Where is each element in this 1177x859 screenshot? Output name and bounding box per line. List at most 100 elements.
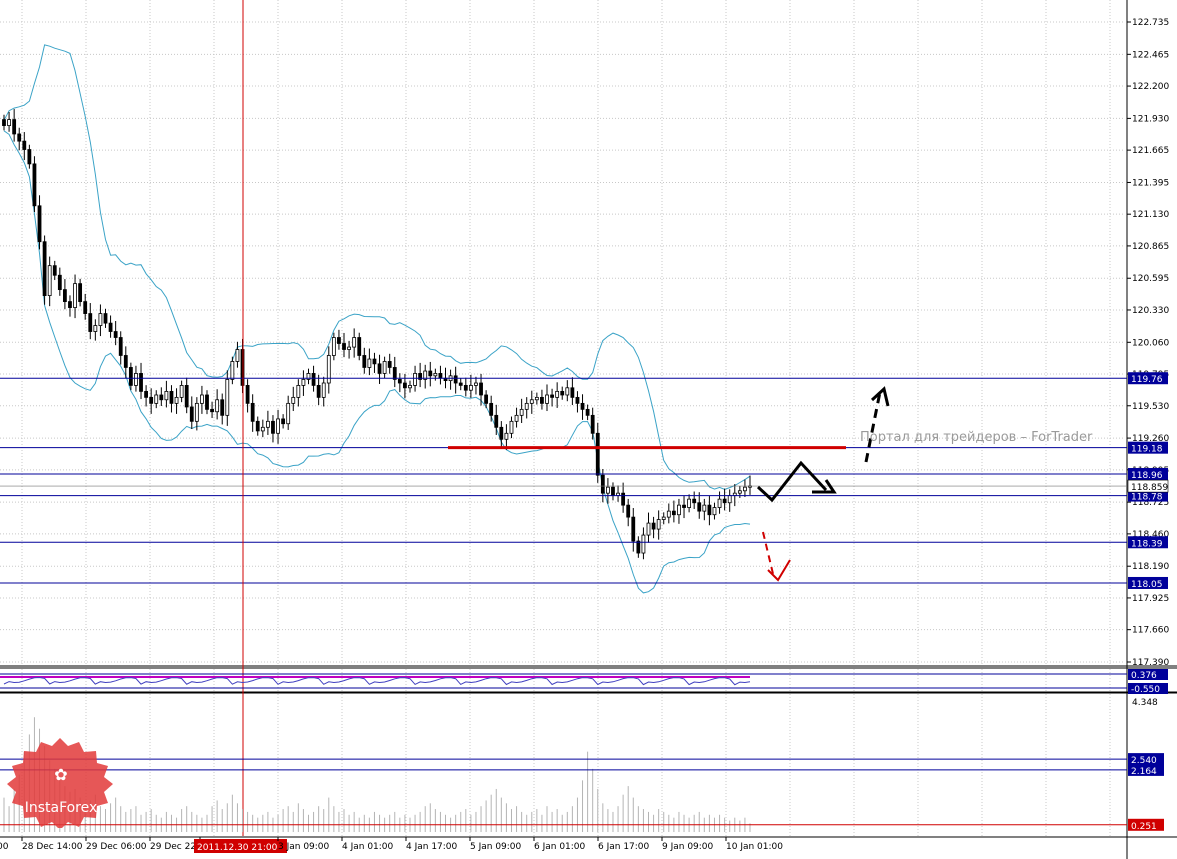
candle-body	[570, 387, 575, 398]
candle-body	[727, 495, 732, 504]
candle-body	[62, 289, 67, 302]
grid	[0, 0, 1125, 836]
candle-body	[702, 504, 707, 512]
candle-body	[499, 426, 504, 440]
bollinger-upper-band	[3, 44, 751, 490]
candle-body	[149, 396, 154, 404]
current-price-label: 118.859	[1131, 483, 1168, 493]
candle-body	[687, 498, 692, 508]
level-tag-label: 118.78	[1131, 493, 1163, 503]
candle-body	[27, 149, 32, 165]
candle-body	[291, 396, 296, 404]
price-tick-label: 120.060	[1132, 338, 1169, 348]
candle-body	[169, 390, 174, 404]
candle-body	[225, 379, 230, 416]
candle-body	[128, 367, 133, 386]
level-tag-label: 119.18	[1131, 445, 1163, 455]
candle-body	[484, 394, 489, 404]
candle-body	[12, 119, 17, 135]
candle-body	[519, 408, 524, 416]
candle-body	[296, 385, 301, 398]
candle-body	[200, 394, 204, 404]
candle-body	[17, 133, 22, 142]
price-tick-label: 117.390	[1132, 658, 1169, 668]
candle-body	[677, 504, 681, 516]
price-tick-label: 122.465	[1132, 50, 1169, 60]
candle-body	[382, 361, 387, 374]
candle-body	[260, 426, 265, 432]
candle-body	[595, 432, 600, 476]
candle-body	[413, 373, 417, 386]
candle-body	[250, 402, 255, 422]
candle-body	[626, 504, 631, 518]
price-tick-label: 121.130	[1132, 210, 1169, 220]
candle-body	[408, 385, 412, 389]
candle-body	[352, 337, 357, 348]
candle-body	[357, 337, 362, 356]
candle-body	[641, 534, 646, 554]
candle-body	[428, 370, 433, 377]
candle-body	[529, 399, 534, 404]
candle-body	[113, 331, 118, 338]
time-axis-label: 4 Jan 01:00	[342, 842, 394, 852]
candle-body	[78, 283, 83, 302]
candle-body	[210, 408, 214, 413]
candle-body	[103, 313, 108, 324]
candle-body	[134, 373, 138, 386]
candle-body	[494, 414, 499, 428]
candle-body	[479, 382, 483, 396]
candle-body	[661, 516, 666, 520]
candle-body	[311, 373, 316, 386]
candle-body	[504, 432, 509, 440]
candle-body	[474, 382, 478, 386]
time-axis-label: 6 Jan 01:00	[534, 842, 586, 852]
candle-body	[321, 382, 326, 398]
candle-body	[509, 420, 514, 434]
logo-mark: ✿	[54, 765, 67, 784]
candle-body	[590, 414, 595, 434]
candle-body	[534, 396, 539, 401]
price-tick-label: 120.865	[1132, 242, 1169, 252]
candle-body	[403, 382, 407, 389]
time-axis-label: 3 Jan 09:00	[278, 842, 330, 852]
candle-body	[550, 394, 554, 398]
price-tick-label: 119.530	[1132, 402, 1169, 412]
candle-body	[42, 241, 47, 297]
candle-body	[57, 274, 62, 291]
candle-body	[189, 406, 194, 422]
candle-body	[32, 163, 37, 207]
candle-body	[545, 394, 549, 404]
candle-body	[184, 385, 189, 408]
candle-body	[636, 540, 641, 554]
candle-body	[621, 492, 626, 506]
candle-body	[159, 394, 164, 401]
candle-body	[316, 385, 321, 398]
candle-body	[205, 394, 209, 410]
candle-body	[666, 510, 671, 518]
candle-body	[631, 516, 636, 542]
time-axis-label: 9 Jan 09:00	[662, 842, 714, 852]
candle-body	[555, 390, 560, 398]
time-axis-label-clipped: :00	[0, 842, 9, 852]
candle-body	[433, 373, 438, 377]
level-tag-label: 118.39	[1131, 539, 1163, 549]
price-tick-label: 121.930	[1132, 114, 1169, 124]
time-axis-label: 29 Dec 06:00	[86, 842, 147, 852]
candle-body	[372, 358, 377, 365]
candle-body	[453, 375, 458, 384]
forecast-breakout-line	[864, 391, 882, 463]
candle-body	[331, 337, 336, 356]
candle-body	[93, 325, 98, 332]
candle-body	[230, 361, 235, 380]
volume-level-label: 0.251	[1131, 822, 1157, 832]
time-axis-label: 10 Jan 01:00	[726, 842, 783, 852]
volume-tick-label: 4.348	[1132, 698, 1158, 708]
candle-body	[712, 507, 717, 516]
price-tick-label: 117.925	[1132, 594, 1169, 604]
candle-body	[651, 522, 656, 530]
logo-text: InstaForex	[25, 800, 98, 816]
candle-body	[271, 420, 275, 434]
candle-body	[646, 522, 651, 536]
candle-body	[255, 420, 260, 432]
candle-body	[387, 361, 392, 368]
